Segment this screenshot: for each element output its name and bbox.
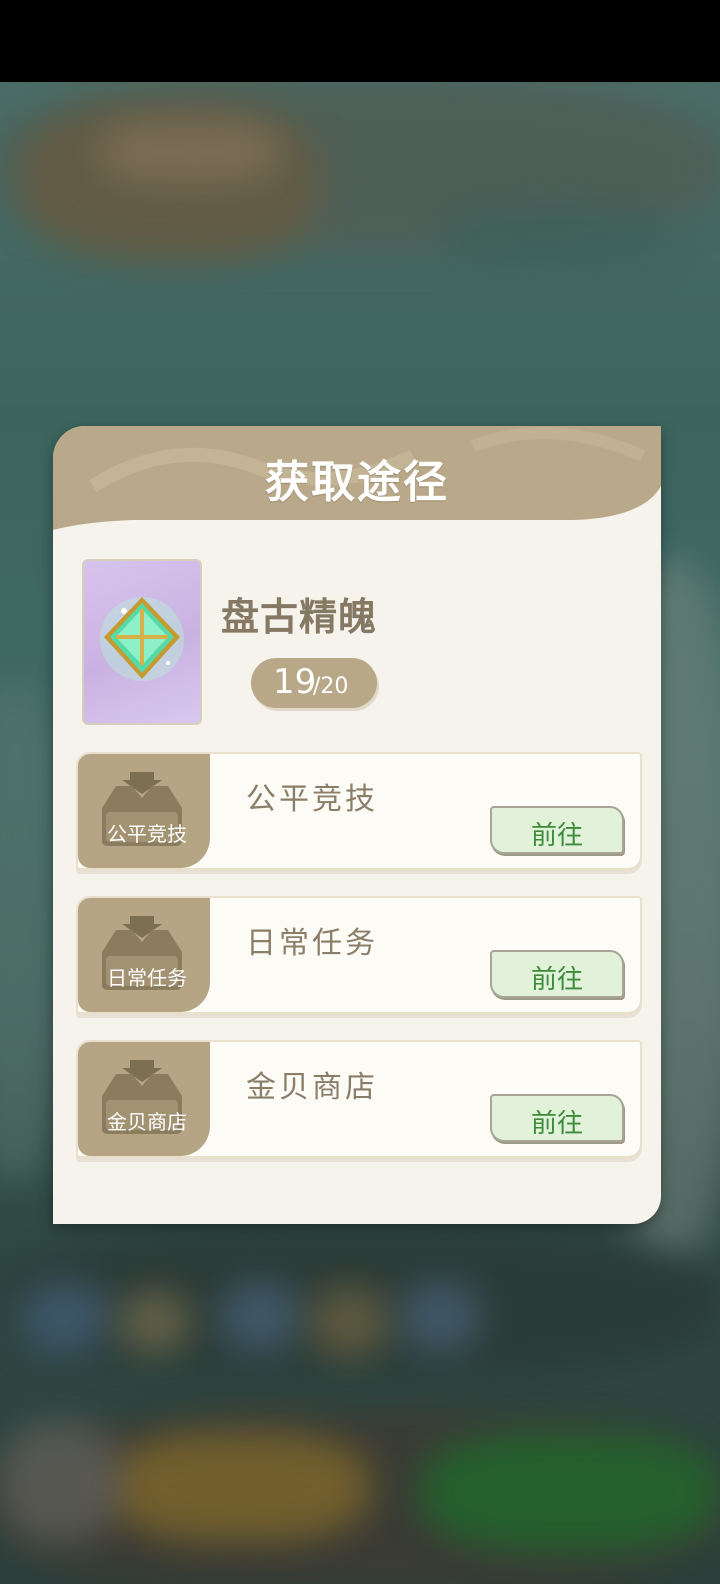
crystal-gem-icon xyxy=(100,597,184,681)
route-icon-label: 公平竞技 xyxy=(107,822,187,846)
go-button[interactable]: 前往 xyxy=(490,1094,624,1142)
route-icon-box: 日常任务 xyxy=(78,898,210,1012)
go-button[interactable]: 前往 xyxy=(490,950,624,998)
obtain-route-dialog: 获取途径 盘古精魄 19 /20 公平竞技 公平竞技 前往 日常任务 日常任务 … xyxy=(53,426,661,1224)
item-count-current: 19 xyxy=(273,662,317,702)
route-icon-box: 金贝商店 xyxy=(78,1042,210,1156)
item-count-badge: 19 /20 xyxy=(251,658,377,708)
status-bar xyxy=(0,0,720,82)
route-title: 金贝商店 xyxy=(246,1070,378,1105)
item-count-max: /20 xyxy=(313,674,349,699)
dialog-title: 获取途径 xyxy=(265,457,449,508)
go-button-label: 前往 xyxy=(530,821,583,851)
go-button-label: 前往 xyxy=(530,1109,583,1139)
go-button[interactable]: 前往 xyxy=(490,806,624,854)
route-icon-label: 金贝商店 xyxy=(107,1110,187,1134)
item-name: 盘古精魄 xyxy=(221,595,378,639)
route-icon-label: 日常任务 xyxy=(107,966,187,990)
route-title: 日常任务 xyxy=(246,926,378,961)
go-button-label: 前往 xyxy=(530,965,583,995)
route-row-gold-shell-shop: 金贝商店 金贝商店 前往 xyxy=(76,1040,642,1158)
item-card xyxy=(82,559,202,725)
route-title: 公平竞技 xyxy=(246,782,378,817)
dialog-header: 获取途径 xyxy=(53,426,661,530)
route-row-fair-arena: 公平竞技 公平竞技 前往 xyxy=(76,752,642,870)
route-row-daily-task: 日常任务 日常任务 前往 xyxy=(76,896,642,1014)
route-icon-box: 公平竞技 xyxy=(78,754,210,868)
